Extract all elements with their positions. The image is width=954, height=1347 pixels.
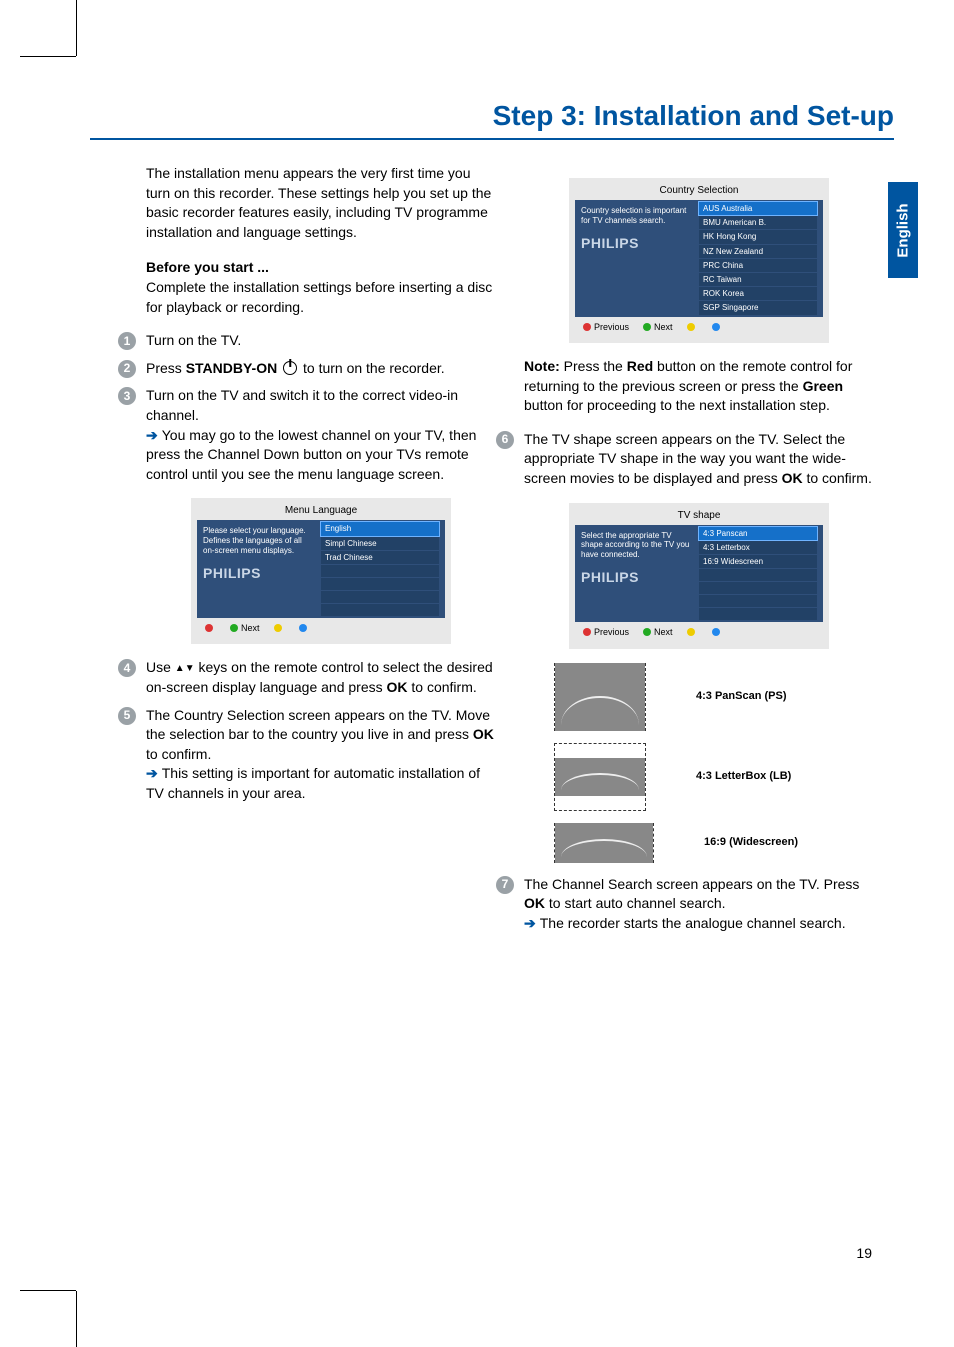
step-4: 4 Use ▲▼ keys on the remote control to s… [118, 658, 496, 697]
result-arrow-icon: ➔ [524, 915, 536, 931]
intro-paragraph: The installation menu appears the very f… [146, 164, 496, 242]
crop-mark [76, 0, 77, 56]
osd-option: Trad Chinese [321, 551, 439, 564]
step-7-text: The Channel Search screen appears on the… [524, 875, 874, 934]
blue-dot-icon [299, 624, 307, 632]
before-you-start-text: Complete the installation settings befor… [146, 278, 496, 317]
osd-option: English [321, 522, 439, 535]
page-heading: Step 3: Installation and Set-up [90, 100, 894, 140]
note-paragraph: Note: Press the Red button on the remote… [524, 357, 874, 416]
step-bullet-4: 4 [118, 659, 136, 677]
language-side-tab: English [888, 182, 918, 278]
osd-help-text: Country selection is important for TV ch… [581, 206, 693, 225]
result-arrow-icon: ➔ [146, 427, 158, 443]
step-bullet-5: 5 [118, 707, 136, 725]
crop-mark [20, 1290, 76, 1291]
step-2-text: Press STANDBY-ON to turn on the recorder… [146, 359, 496, 379]
step-bullet-2: 2 [118, 360, 136, 378]
osd-option: ROK Korea [699, 287, 817, 300]
red-dot-icon [205, 624, 213, 632]
step-1: 1 Turn on the TV. [118, 331, 496, 351]
letterbox-illustration [555, 758, 645, 796]
yellow-dot-icon [687, 628, 695, 636]
step-6: 6 The TV shape screen appears on the TV.… [496, 430, 874, 489]
step-bullet-6: 6 [496, 431, 514, 449]
before-you-start-heading: Before you start ... [146, 258, 496, 278]
tv-shape-panscan-example: 4:3 PanScan (PS) [554, 663, 874, 731]
step-1-text: Turn on the TV. [146, 331, 496, 351]
osd-option: 4:3 Panscan [699, 527, 817, 540]
osd-menu-language-figure: Menu Language Please select your languag… [191, 498, 451, 644]
power-icon [283, 361, 297, 375]
green-dot-icon [643, 628, 651, 636]
osd-footer: Previous Next [575, 317, 823, 338]
result-arrow-icon: ➔ [146, 765, 158, 781]
crop-mark [20, 56, 76, 57]
panscan-illustration [555, 663, 645, 731]
osd-option: Simpl Chinese [321, 537, 439, 550]
osd-help-text: Please select your language. Defines the… [203, 526, 315, 555]
osd-title: TV shape [575, 509, 823, 523]
osd-option: PRC China [699, 259, 817, 272]
page-number: 19 [856, 1245, 872, 1261]
osd-footer: Previous Next [575, 622, 823, 643]
tv-shape-label: 4:3 LetterBox (LB) [696, 769, 791, 784]
osd-title: Menu Language [197, 504, 445, 518]
step-6-text: The TV shape screen appears on the TV. S… [524, 430, 874, 489]
osd-help-text: Select the appropriate TV shape accordin… [581, 531, 693, 560]
crop-mark [76, 1291, 77, 1347]
step-4-text: Use ▲▼ keys on the remote control to sel… [146, 658, 496, 697]
osd-option: SGP Singapore [699, 301, 817, 314]
language-side-tab-label: English [895, 203, 912, 257]
step-bullet-7: 7 [496, 876, 514, 894]
tv-shape-letterbox-example: 4:3 LetterBox (LB) [554, 743, 874, 811]
osd-tv-shape-figure: TV shape Select the appropriate TV shape… [569, 503, 829, 649]
osd-option: NZ New Zealand [699, 245, 817, 258]
osd-option: 4:3 Letterbox [699, 541, 817, 554]
step-5: 5 The Country Selection screen appears o… [118, 706, 496, 804]
osd-option: BMU American B. [699, 216, 817, 229]
osd-brand: PHILIPS [581, 235, 693, 252]
red-dot-icon [583, 323, 591, 331]
manual-page: Step 3: Installation and Set-up English … [0, 0, 954, 1347]
osd-footer: Next [197, 618, 445, 639]
step-bullet-1: 1 [118, 332, 136, 350]
step-3: 3 Turn on the TV and switch it to the co… [118, 386, 496, 484]
osd-title: Country Selection [575, 184, 823, 198]
yellow-dot-icon [274, 624, 282, 632]
osd-option: 16:9 Widescreen [699, 555, 817, 568]
left-column: The installation menu appears the very f… [146, 164, 496, 942]
red-dot-icon [583, 628, 591, 636]
body-columns: The installation menu appears the very f… [90, 164, 894, 942]
step-5-text: The Country Selection screen appears on … [146, 706, 496, 804]
blue-dot-icon [712, 323, 720, 331]
osd-option: RC Taiwan [699, 273, 817, 286]
tv-shape-label: 4:3 PanScan (PS) [696, 689, 786, 704]
osd-country-selection-figure: Country Selection Country selection is i… [569, 178, 829, 343]
tv-shape-label: 16:9 (Widescreen) [704, 835, 798, 850]
osd-option: AUS Australia [699, 202, 817, 215]
step-7: 7 The Channel Search screen appears on t… [496, 875, 874, 934]
green-dot-icon [230, 624, 238, 632]
step-3-text: Turn on the TV and switch it to the corr… [146, 386, 496, 484]
blue-dot-icon [712, 628, 720, 636]
right-column: Country Selection Country selection is i… [524, 164, 874, 942]
green-dot-icon [643, 323, 651, 331]
up-down-keys-icon: ▲▼ [175, 662, 195, 676]
osd-brand: PHILIPS [581, 569, 693, 586]
yellow-dot-icon [687, 323, 695, 331]
step-bullet-3: 3 [118, 387, 136, 405]
step-2: 2 Press STANDBY-ON to turn on the record… [118, 359, 496, 379]
tv-shape-widescreen-example: 16:9 (Widescreen) [554, 823, 874, 863]
osd-brand: PHILIPS [203, 565, 315, 582]
widescreen-illustration [555, 823, 653, 863]
osd-option: HK Hong Kong [699, 230, 817, 243]
